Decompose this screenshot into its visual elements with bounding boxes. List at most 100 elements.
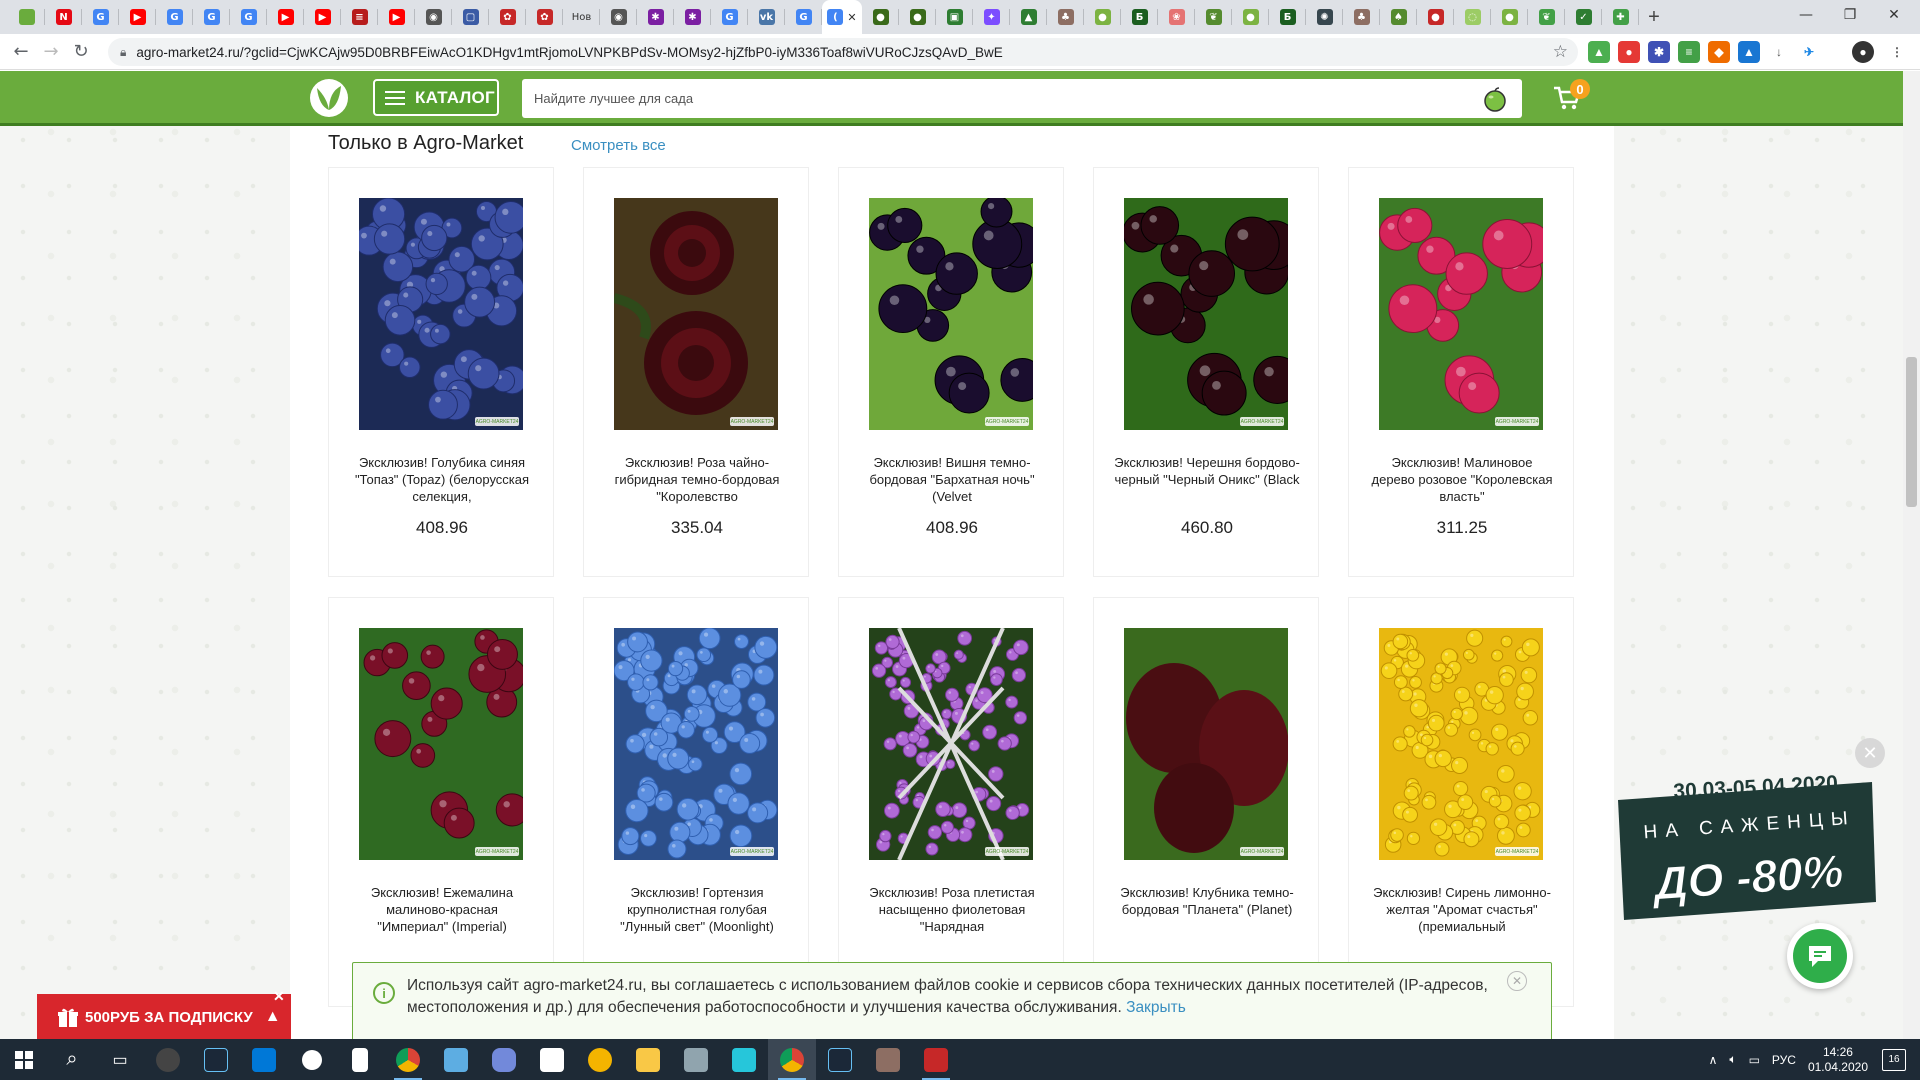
folder-icon[interactable] [624, 1039, 672, 1080]
browser-tab[interactable]: ▢ [452, 0, 489, 34]
browser-tab[interactable]: (✕ [822, 0, 862, 34]
chevron-up-icon[interactable]: ▲ [265, 1008, 281, 1026]
browser-tab[interactable]: ♠ [1380, 0, 1417, 34]
browser-tab[interactable]: ❦ [1528, 0, 1565, 34]
forward-icon[interactable]: → [36, 37, 66, 67]
product-name[interactable]: Эксклюзив! Малиновое дерево розовое "Кор… [1369, 454, 1555, 506]
new-tab-icon[interactable]: + [1639, 0, 1669, 34]
product-name[interactable]: Эксклюзив! Роза плетистая насыщенно фиол… [859, 884, 1045, 936]
browser-tab[interactable]: ▶ [378, 0, 415, 34]
browser-tab[interactable]: ◉ [415, 0, 452, 34]
browser-tab[interactable]: Б [1269, 0, 1306, 34]
extension-icon[interactable]: ✈ [1798, 41, 1820, 63]
taskbar-app-icon[interactable] [144, 1039, 192, 1080]
browser-tab[interactable]: ◌ [1454, 0, 1491, 34]
cookie-close-link[interactable]: Закрыть [1126, 999, 1186, 1016]
browser-tab[interactable]: G [230, 0, 267, 34]
product-name[interactable]: Эксклюзив! Гортензия крупнолистная голуб… [604, 884, 790, 936]
url-text[interactable]: agro-market24.ru/?gclid=CjwKCAjw95D0BRBF… [136, 45, 1002, 60]
browser-tab[interactable]: ❦ [1195, 0, 1232, 34]
chrome-icon[interactable] [384, 1039, 432, 1080]
browser-tab[interactable]: ✚ [1602, 0, 1639, 34]
apple-search-icon[interactable] [1482, 86, 1508, 112]
browser-tab[interactable]: ✱ [674, 0, 711, 34]
file-icon[interactable] [336, 1039, 384, 1080]
browser-tab[interactable]: G [711, 0, 748, 34]
taskbar-app-icon[interactable] [672, 1039, 720, 1080]
close-tab-icon[interactable]: ✕ [847, 11, 856, 24]
browser-tab[interactable]: ● [1084, 0, 1121, 34]
browser-tab[interactable]: ● [1491, 0, 1528, 34]
sale-banner-close-icon[interactable]: ✕ [1855, 738, 1885, 768]
browser-tab[interactable]: Нов [563, 0, 600, 34]
browser-tab[interactable]: ✿ [526, 0, 563, 34]
keyboard-icon[interactable]: ▭ [1749, 1053, 1760, 1067]
browser-tab[interactable]: ✱ [637, 0, 674, 34]
extension-icon[interactable]: ✱ [1648, 41, 1670, 63]
maximize-icon[interactable]: ❐ [1828, 0, 1872, 30]
search-input[interactable]: Найдите лучшее для сада [522, 79, 1522, 118]
browser-tab[interactable]: ▶ [119, 0, 156, 34]
product-card[interactable]: AGRO-MARKET24 Эксклюзив! Гортензия крупно… [583, 597, 809, 1007]
extension-icon[interactable]: ▲ [1738, 41, 1760, 63]
browser-tab[interactable]: G [82, 0, 119, 34]
product-image[interactable]: AGRO-MARKET24 [359, 628, 523, 860]
browser-tab[interactable]: ▲ [1010, 0, 1047, 34]
search-icon[interactable]: ⌕ [48, 1039, 96, 1080]
extension-icon[interactable]: ◆ [1708, 41, 1730, 63]
browser-tab[interactable]: ◉ [600, 0, 637, 34]
product-image[interactable]: AGRO-MARKET24 [1124, 628, 1288, 860]
product-card[interactable]: AGRO-MARKET24 Эксклюзив! Вишня темно-борд… [838, 167, 1064, 577]
product-image[interactable]: AGRO-MARKET24 [869, 628, 1033, 860]
chrome-icon[interactable] [768, 1039, 816, 1080]
extension-icon[interactable]: ≡ [1678, 41, 1700, 63]
windows-start-icon[interactable] [0, 1039, 48, 1080]
browser-tab[interactable]: N [45, 0, 82, 34]
discord-icon[interactable] [480, 1039, 528, 1080]
taskbar-app-icon[interactable] [288, 1039, 336, 1080]
product-image[interactable]: AGRO-MARKET24 [1124, 198, 1288, 430]
product-card[interactable]: AGRO-MARKET24 Эксклюзив! Черешня бордово-… [1093, 167, 1319, 577]
product-card[interactable]: AGRO-MARKET24 Эксклюзив! Роза плетистая н… [838, 597, 1064, 1007]
product-name[interactable]: Эксклюзив! Сирень лимонно-желтая "Аромат… [1369, 884, 1555, 936]
product-card[interactable]: AGRO-MARKET24 Эксклюзив! Сирень лимонно-ж… [1348, 597, 1574, 1007]
product-card[interactable]: AGRO-MARKET24 Эксклюзив! Малиновое дерево… [1348, 167, 1574, 577]
browser-tab[interactable]: ▶ [304, 0, 341, 34]
browser-tab[interactable]: ≡ [341, 0, 378, 34]
video-player-icon[interactable] [912, 1039, 960, 1080]
product-image[interactable]: AGRO-MARKET24 [1379, 628, 1543, 860]
task-view-icon[interactable]: ▭ [96, 1039, 144, 1080]
menu-kebab-icon[interactable]: ⋮ [1886, 41, 1908, 63]
browser-tab[interactable]: ● [862, 0, 899, 34]
browser-tab[interactable]: ✿ [489, 0, 526, 34]
product-name[interactable]: Эксклюзив! Вишня темно-бордовая "Бархатн… [859, 454, 1045, 506]
scrollbar-thumb[interactable] [1906, 357, 1917, 507]
browser-tab[interactable]: ✓ [1565, 0, 1602, 34]
extension-icon[interactable]: ● [1618, 41, 1640, 63]
promo-close-icon[interactable]: ✕ [273, 988, 289, 1004]
browser-tab[interactable]: ✺ [1306, 0, 1343, 34]
browser-tab[interactable]: G [193, 0, 230, 34]
product-card[interactable]: AGRO-MARKET24 Эксклюзив! Ежемалина малино… [328, 597, 554, 1007]
product-image[interactable]: AGRO-MARKET24 [1379, 198, 1543, 430]
product-image[interactable]: AGRO-MARKET24 [614, 628, 778, 860]
subscribe-promo-button[interactable]: 500РУБ ЗА ПОДПИСКУ ▲ [37, 994, 291, 1040]
volume-icon[interactable]: 🔈︎ [1729, 1052, 1736, 1067]
browser-tab[interactable]: ♣ [1047, 0, 1084, 34]
extension-icon[interactable]: ▲ [1588, 41, 1610, 63]
taskbar-app-icon[interactable] [864, 1039, 912, 1080]
product-image[interactable]: AGRO-MARKET24 [359, 198, 523, 430]
browser-tab[interactable]: G [785, 0, 822, 34]
product-image[interactable]: AGRO-MARKET24 [869, 198, 1033, 430]
chevron-up-icon[interactable]: ∧ [1709, 1053, 1718, 1067]
scrollbar-track[interactable] [1903, 71, 1920, 1039]
steam-icon[interactable] [192, 1039, 240, 1080]
address-bar[interactable]: 🔒︎ agro-market24.ru/?gclid=CjwKCAjw95D0B… [108, 38, 1578, 66]
cookie-close-icon[interactable]: ✕ [1507, 971, 1527, 991]
catalog-button[interactable]: КАТАЛОГ [373, 79, 499, 116]
browser-tab[interactable]: ✦ [973, 0, 1010, 34]
product-name[interactable]: Эксклюзив! Роза чайно-гибридная темно-бо… [604, 454, 790, 506]
browser-tab[interactable]: ▶ [267, 0, 304, 34]
product-card[interactable]: AGRO-MARKET24 Эксклюзив! Голубика синяя "… [328, 167, 554, 577]
browser-tab[interactable]: ● [1417, 0, 1454, 34]
